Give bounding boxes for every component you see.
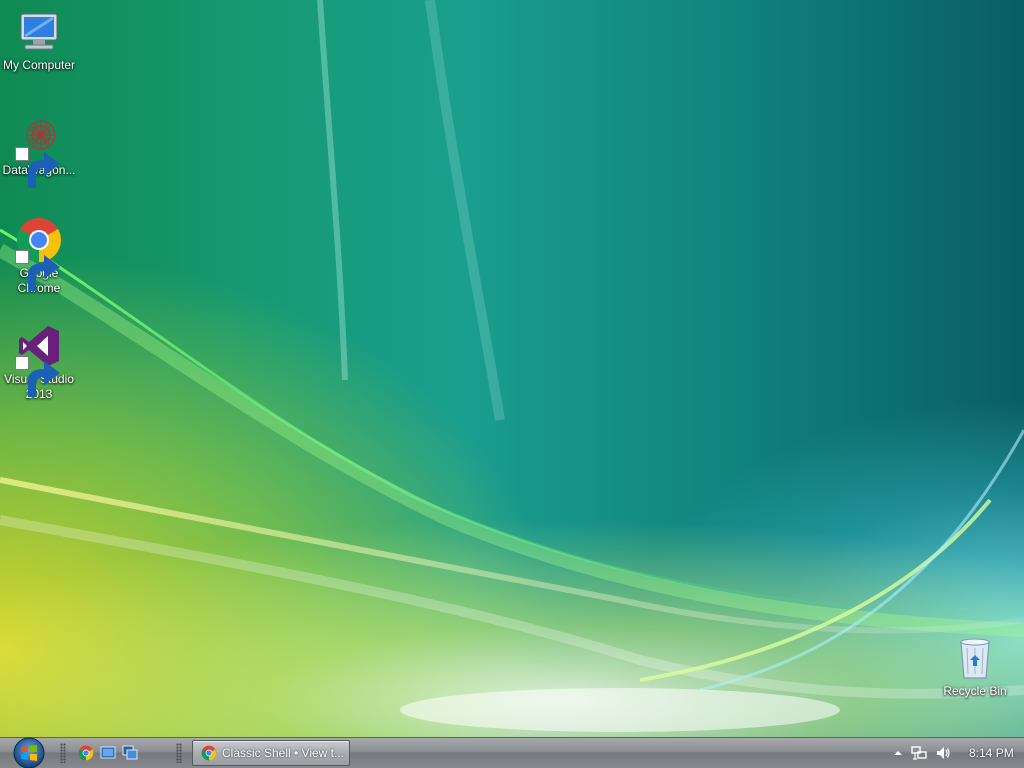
taskbar-window-button[interactable]: Classic Shell • View t... xyxy=(192,740,350,766)
show-hidden-icons-icon[interactable] xyxy=(893,748,903,758)
windows-logo-icon xyxy=(13,737,45,768)
start-button[interactable] xyxy=(8,737,50,768)
shortcut-arrow-icon xyxy=(15,147,60,188)
quicklaunch-chrome-button[interactable] xyxy=(77,744,95,762)
toolbar-grip[interactable] xyxy=(176,743,182,763)
computer-icon xyxy=(15,8,63,56)
shortcut-arrow-icon xyxy=(15,356,60,397)
desktop[interactable]: My Computer DataWagon... Google Chrome V… xyxy=(0,0,1024,737)
chrome-icon xyxy=(201,745,217,761)
google-chrome-icon-item[interactable]: Google Chrome xyxy=(0,216,78,296)
volume-icon[interactable] xyxy=(935,745,951,761)
taskbar[interactable]: Classic Shell • View t... 8:14 PM xyxy=(0,737,1024,768)
shortcut-arrow-icon xyxy=(15,250,60,291)
quicklaunch-switch-windows-button[interactable] xyxy=(121,744,139,762)
quicklaunch-show-desktop-button[interactable] xyxy=(99,744,117,762)
show-desktop-icon xyxy=(100,746,116,759)
visual-studio-icon-item[interactable]: Visual Studio 2013 xyxy=(0,322,78,402)
recycle-bin-icon-item[interactable]: Recycle Bin xyxy=(936,634,1014,699)
wallpaper xyxy=(0,0,1024,732)
clock[interactable]: 8:14 PM xyxy=(969,746,1014,760)
datawagon-icon xyxy=(15,113,63,188)
visual-studio-icon xyxy=(15,322,63,397)
icon-label: Recycle Bin xyxy=(943,684,1007,698)
recycle-bin-icon xyxy=(951,634,999,682)
switch-windows-icon xyxy=(122,745,138,760)
taskbar-window-label: Classic Shell • View t... xyxy=(222,746,345,760)
toolbar-grip[interactable] xyxy=(60,743,66,763)
chrome-icon xyxy=(15,216,63,291)
icon-label: My Computer xyxy=(2,58,76,72)
chrome-icon xyxy=(78,745,94,761)
my-computer-icon-item[interactable]: My Computer xyxy=(0,8,78,73)
datawagon-icon-item[interactable]: DataWagon... xyxy=(0,113,78,188)
network-icon[interactable] xyxy=(911,745,927,761)
system-tray: 8:14 PM xyxy=(869,738,1024,768)
